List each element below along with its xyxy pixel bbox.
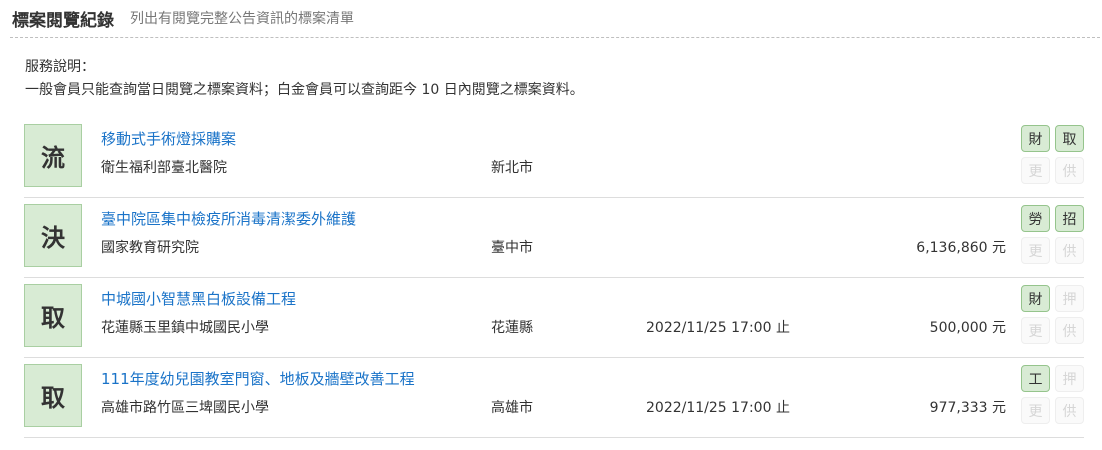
status-badge: 流 bbox=[24, 124, 82, 187]
region: 花蓮縣 bbox=[491, 320, 533, 336]
record-list: 流移動式手術燈採購案 衛生福利部臺北醫院 新北市財取更供決臺中院區集中檢疫所消毒清潔… bbox=[24, 118, 1084, 438]
tag-badge: 供 bbox=[1055, 237, 1084, 264]
tag-badge[interactable]: 勞 bbox=[1021, 205, 1050, 232]
region: 高雄市 bbox=[491, 400, 533, 416]
header-divider bbox=[10, 37, 1100, 38]
tag-group: 勞招更供 bbox=[1021, 205, 1084, 264]
budget-amount: 977,333 元 bbox=[929, 400, 1006, 416]
status-badge: 決 bbox=[24, 204, 82, 267]
budget-amount: 500,000 元 bbox=[929, 320, 1006, 336]
tag-badge[interactable]: 財 bbox=[1021, 285, 1050, 312]
tag-badge[interactable]: 工 bbox=[1021, 365, 1050, 392]
tag-badge: 供 bbox=[1055, 157, 1084, 184]
agency-name: 衛生福利部臺北醫院 bbox=[101, 160, 227, 176]
notice-heading: 服務說明： bbox=[25, 59, 95, 75]
tender-title-link[interactable]: 移動式手術燈採購案 bbox=[101, 128, 236, 149]
tender-title-link[interactable]: 臺中院區集中檢疫所消毒清潔委外維護 bbox=[101, 208, 356, 229]
tender-title-link[interactable]: 中城國小智慧黑白板設備工程 bbox=[101, 288, 296, 309]
service-notice: 服務說明： 一般會員只能查詢當日閱覽之標案資料；白金會員可以查詢距今 10 日內… bbox=[25, 56, 584, 102]
tag-badge: 更 bbox=[1021, 157, 1050, 184]
page-title: 標案閱覽紀錄 bbox=[12, 10, 114, 31]
agency-name: 高雄市路竹區三埤國民小學 bbox=[101, 400, 269, 416]
page-subtitle: 列出有閱覽完整公告資訊的標案清單 bbox=[130, 11, 354, 27]
tag-group: 工押更供 bbox=[1021, 365, 1084, 424]
agency-name: 國家教育研究院 bbox=[101, 240, 199, 256]
status-badge: 取 bbox=[24, 284, 82, 347]
deadline: 2022/11/25 17:00 止 bbox=[646, 400, 790, 416]
record-row: 取 111年度幼兒園教室門窗、地板及牆壁改善工程高雄市路竹區三埤國民小學 高雄市 20… bbox=[24, 358, 1084, 438]
record-row: 取中城國小智慧黑白板設備工程花蓮縣玉里鎮中城國民小學 花蓮縣 2022/11/25 … bbox=[24, 278, 1084, 358]
tag-group: 財押更供 bbox=[1021, 285, 1084, 344]
tag-badge: 押 bbox=[1055, 285, 1084, 312]
tag-badge[interactable]: 取 bbox=[1055, 125, 1084, 152]
tag-badge: 更 bbox=[1021, 237, 1050, 264]
tag-badge: 更 bbox=[1021, 317, 1050, 344]
record-row: 流移動式手術燈採購案衛生福利部臺北醫院 新北市 財取更供 bbox=[24, 118, 1084, 198]
region: 臺中市 bbox=[491, 240, 533, 256]
tag-badge: 押 bbox=[1055, 365, 1084, 392]
page-header: 標案閱覽紀錄 列出有閱覽完整公告資訊的標案清單 bbox=[12, 0, 1102, 36]
record-row: 決臺中院區集中檢疫所消毒清潔委外維護國家教育研究院 臺中市 6,136,860 元勞… bbox=[24, 198, 1084, 278]
tag-badge: 供 bbox=[1055, 317, 1084, 344]
notice-body: 一般會員只能查詢當日閱覽之標案資料；白金會員可以查詢距今 10 日內閱覽之標案資… bbox=[25, 82, 584, 98]
agency-name: 花蓮縣玉里鎮中城國民小學 bbox=[101, 320, 269, 336]
tag-badge[interactable]: 招 bbox=[1055, 205, 1084, 232]
tag-badge: 更 bbox=[1021, 397, 1050, 424]
tag-badge: 供 bbox=[1055, 397, 1084, 424]
budget-amount: 6,136,860 元 bbox=[916, 240, 1006, 256]
region: 新北市 bbox=[491, 160, 533, 176]
tag-badge[interactable]: 財 bbox=[1021, 125, 1050, 152]
tag-group: 財取更供 bbox=[1021, 125, 1084, 184]
status-badge: 取 bbox=[24, 364, 82, 427]
deadline: 2022/11/25 17:00 止 bbox=[646, 320, 790, 336]
tender-title-link[interactable]: 111年度幼兒園教室門窗、地板及牆壁改善工程 bbox=[101, 368, 415, 389]
